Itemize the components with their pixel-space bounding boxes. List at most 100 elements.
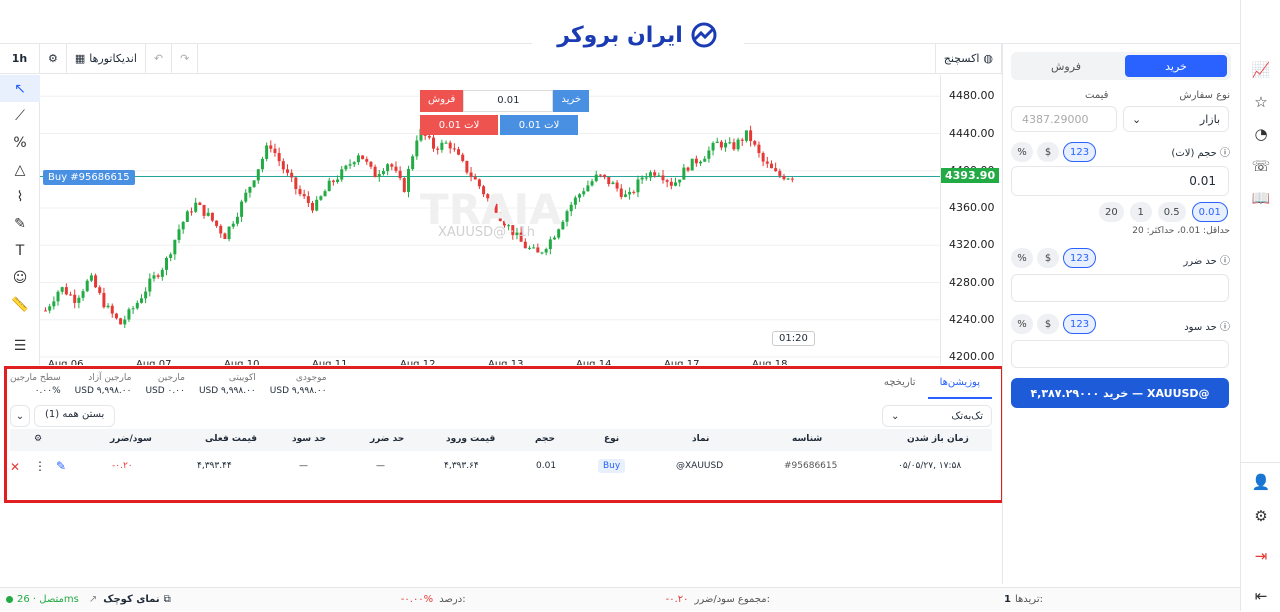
x-tick: Aug 11 <box>312 359 347 365</box>
brush-icon[interactable]: ✎ <box>0 210 40 237</box>
price-input[interactable]: 4387.29000 <box>1011 106 1117 132</box>
clock-icon[interactable]: ◔ <box>1241 118 1280 150</box>
trades-value: 1 <box>1003 594 1011 605</box>
candle-body <box>590 181 594 186</box>
units-chip[interactable]: 123 <box>1063 248 1097 268</box>
percent-icon[interactable]: % <box>1011 248 1033 268</box>
quick-buy-button[interactable]: خرید <box>553 90 590 112</box>
mini-view-button[interactable]: نمای کوچک <box>103 594 159 605</box>
chevron-down-icon[interactable]: ⌄ <box>10 405 30 427</box>
candle-body <box>406 169 410 192</box>
row-sl: — <box>376 461 385 471</box>
edit-icon[interactable]: ✎ <box>56 459 66 473</box>
price-tick: 4200.00 <box>949 350 995 363</box>
candle-body <box>85 280 89 292</box>
tab-buy[interactable]: خرید <box>1125 55 1227 77</box>
position-filter-select[interactable]: ⌄ تک‌به‌تک <box>882 405 992 427</box>
percent-icon[interactable]: % <box>1011 314 1033 334</box>
help-icon[interactable]: ⓘ <box>1220 322 1230 333</box>
candle-body <box>302 194 306 197</box>
candle-body <box>77 297 81 303</box>
candle-body <box>749 130 753 142</box>
logout-icon[interactable]: ⇥ <box>1241 540 1280 572</box>
shapes-icon[interactable]: △ <box>0 156 40 183</box>
candle-body <box>177 229 181 240</box>
chat-icon[interactable]: ☏ <box>1241 150 1280 182</box>
ruler-icon[interactable]: 📏 <box>0 291 40 318</box>
trendline-icon[interactable]: ⟋ <box>0 102 40 129</box>
col-symbol: نماد <box>692 434 710 444</box>
logo-text: ایران بروکر <box>557 22 683 48</box>
close-all-button[interactable]: بستن همه (1) <box>34 405 116 427</box>
submit-buy-button[interactable]: خرید ۴,۳۸۷.۲۹۰۰۰ — XAUUSD@ <box>1011 378 1229 408</box>
star-icon[interactable]: ☆ <box>1241 86 1280 118</box>
collapse-icon[interactable]: ⇤ <box>1241 580 1280 612</box>
units-chip[interactable]: 123 <box>1063 142 1097 162</box>
chart-settings-icon[interactable]: ⚙ <box>40 43 67 74</box>
order-type-select[interactable]: ⌄ بازار <box>1123 106 1229 132</box>
percent-icon[interactable]: % <box>1011 142 1033 162</box>
lot-chip[interactable]: 20 <box>1099 202 1124 222</box>
sl-input[interactable] <box>1011 274 1229 302</box>
tp-input[interactable] <box>1011 340 1229 368</box>
candle-body <box>594 174 598 182</box>
tab-history[interactable]: تاریخچه <box>872 371 928 399</box>
candle-body <box>657 175 661 177</box>
more-icon[interactable]: ⋮ <box>34 459 46 473</box>
fib-icon[interactable]: % <box>0 129 40 156</box>
indicators-button[interactable]: ▦ اندیکاتورها <box>67 43 146 74</box>
summary-value: ۰.۰۰% <box>34 386 61 396</box>
candle-body <box>682 167 686 180</box>
pattern-icon[interactable]: ⌇ <box>0 183 40 210</box>
close-icon[interactable]: ✕ <box>10 460 20 474</box>
price-tick: 4240.00 <box>949 312 995 326</box>
dollar-icon[interactable]: $ <box>1037 248 1059 268</box>
exchange-button[interactable]: اکسچنج ◍ <box>934 43 1002 74</box>
row-open-time: ۰۵/۰۵/۲۷, ۱۷:۵۸ <box>898 461 962 471</box>
candle-body <box>457 149 461 155</box>
user-icon[interactable]: 👤 <box>1241 466 1280 498</box>
candle-body <box>164 257 168 270</box>
candle-body <box>381 171 385 175</box>
units-chip[interactable]: 123 <box>1063 314 1097 334</box>
emoji-icon[interactable]: ☺ <box>0 264 40 291</box>
quick-sell-button[interactable]: فروش <box>420 90 464 112</box>
lot-chip[interactable]: 0.01 <box>1191 202 1228 222</box>
candle-body <box>728 142 732 144</box>
volume-input[interactable]: 0.01 <box>1011 166 1229 196</box>
expand-icon[interactable]: ↗ <box>89 594 97 605</box>
chart-icon[interactable]: 📈 <box>1241 54 1280 86</box>
lot-sell-button[interactable]: لات 0.01 <box>420 115 498 135</box>
lot-chip[interactable]: 1 <box>1129 202 1152 222</box>
help-icon[interactable]: ⓘ <box>1220 256 1230 267</box>
dollar-icon[interactable]: $ <box>1037 142 1059 162</box>
mini-view-icon[interactable]: ⧉ <box>164 594 171 605</box>
timeframe-button[interactable]: 1h <box>0 43 40 74</box>
table-row[interactable]: ✕ ⋮ ✎ -۰.۲۰ ۴,۳۹۳.۴۴ — — ۴,۳۹۳.۶۴ 0.01 B… <box>10 455 992 479</box>
text-icon[interactable]: T <box>0 237 40 264</box>
redo-icon[interactable]: ↷ <box>172 43 199 74</box>
lot-buy-button[interactable]: لات 0.01 <box>500 115 578 135</box>
cursor-icon[interactable]: ↖ <box>0 75 40 102</box>
candle-body <box>202 204 206 216</box>
logo: ایران بروکر <box>532 0 744 70</box>
position-label[interactable]: Buy #95686615 <box>43 170 135 185</box>
lot-chip[interactable]: 0.5 <box>1157 202 1186 222</box>
tp-label: حد سود ⓘ <box>1184 318 1230 333</box>
help-icon[interactable]: ⓘ <box>1220 148 1230 159</box>
col-volume: حجم <box>535 434 556 444</box>
candle-body <box>331 180 335 182</box>
gear-icon[interactable]: ⚙ <box>1241 500 1280 532</box>
book-icon[interactable]: 📖 <box>1241 182 1280 214</box>
undo-icon[interactable]: ↶ <box>146 43 173 74</box>
candle-body <box>298 189 302 195</box>
tab-sell[interactable]: فروش <box>1015 55 1117 77</box>
candle-body <box>110 305 114 314</box>
table-settings-icon[interactable]: ⚙ <box>34 434 42 444</box>
price-chart[interactable]: Aug 06 Aug 07 Aug 10 Aug 11 Aug 12 Aug 13 Aug … <box>40 75 940 370</box>
dollar-icon[interactable]: $ <box>1037 314 1059 334</box>
object-tree-icon[interactable]: ☰ <box>0 332 40 359</box>
quick-qty-input[interactable]: 0.01 <box>463 90 554 112</box>
tab-positions[interactable]: پوزیشن‌ها <box>927 371 992 399</box>
price-scale[interactable]: 4480.004440.004400.004360.004320.004280.… <box>940 75 1002 365</box>
